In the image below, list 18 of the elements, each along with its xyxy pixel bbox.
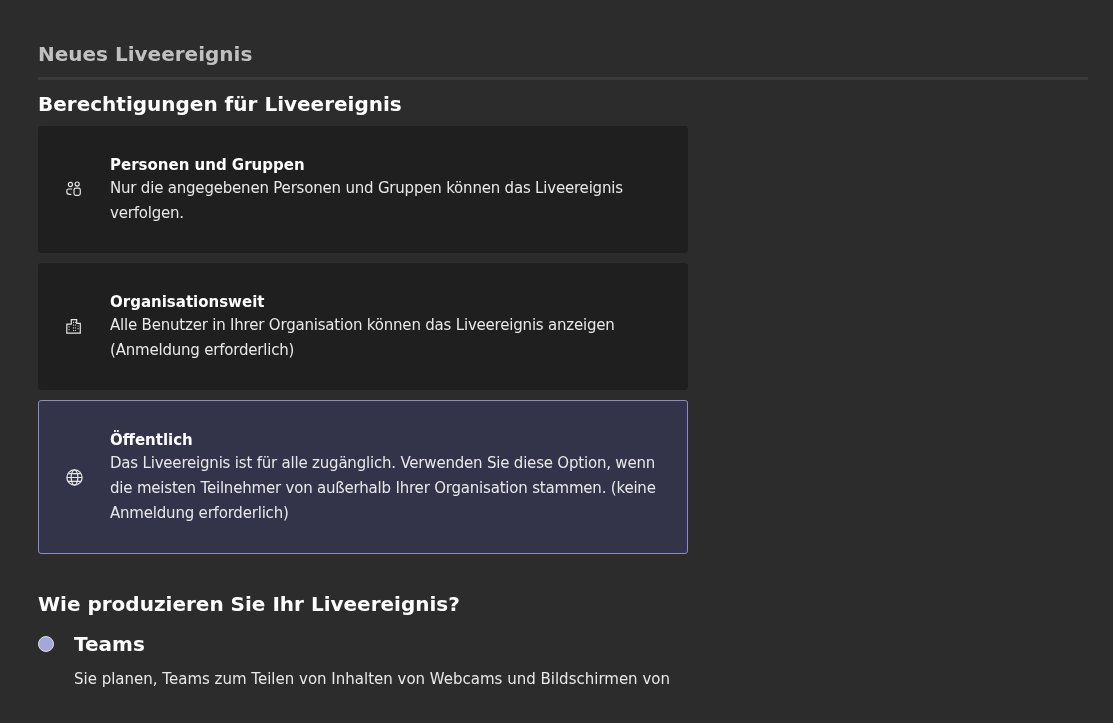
section-heading: Berechtigungen für Liveereignis bbox=[38, 91, 403, 118]
option-description: Das Liveereignis ist für alle zugänglich. Verwenden Sie diese Option, wenn die meisten Teilnehmer von außerhalb Ihrer Organisation stammen. (keine Anmeldung erforderlich) bbox=[110, 452, 657, 524]
permission-option[interactable]: Organisationsweit Alle Benutzer in Ihrer Organisation können das Liveereignis anzeigen (Anmeldung erforderlich) bbox=[38, 263, 688, 390]
radio-button[interactable] bbox=[38, 636, 54, 652]
option-description: Sie planen, Teams zum Teilen von Inhalten von Webcams und Bildschirmen von bbox=[74, 669, 671, 690]
globe-icon bbox=[65, 467, 84, 487]
option-title: Personen und Gruppen bbox=[110, 154, 306, 176]
permission-option[interactable]: Öffentlich Das Liveereignis ist für alle zugänglich. Verwenden Sie diese Option, wenn die meisten Teilnehmer von außerhalb Ihrer Organisation stammen. (keine Anmeldung erforderlich) bbox=[38, 400, 688, 554]
radio-label: Teams bbox=[74, 632, 145, 656]
option-title: Organisationsweit bbox=[110, 291, 266, 313]
option-description: Nur die angegebenen Personen und Gruppen können das Liveereignis verfolgen. bbox=[110, 177, 624, 224]
page-title: Neues Liveereignis bbox=[38, 41, 254, 68]
people-icon bbox=[65, 180, 84, 199]
option-title: Öffentlich bbox=[110, 429, 194, 451]
permission-option[interactable]: Personen und Gruppen Nur die angegebenen Personen und Gruppen können das Liveereignis verfolgen. bbox=[38, 126, 688, 253]
building-icon bbox=[65, 317, 84, 336]
section-heading: Wie produzieren Sie Ihr Liveereignis? bbox=[38, 591, 461, 618]
option-description: Alle Benutzer in Ihrer Organisation können das Liveereignis anzeigen (Anmeldung erforderlich) bbox=[110, 314, 616, 361]
